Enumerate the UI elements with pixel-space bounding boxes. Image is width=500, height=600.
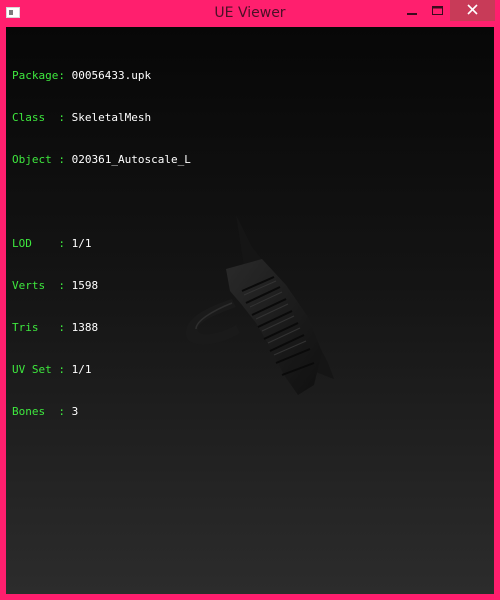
info-row-class: Class : SkeletalMesh — [12, 111, 191, 125]
info-value: SkeletalMesh — [71, 111, 152, 124]
info-value: 020361_Autoscale_L — [71, 153, 191, 166]
3d-viewport[interactable]: Package: 00056433.upk Class : SkeletalMe… — [6, 27, 494, 594]
info-row-tris: Tris : 1388 — [12, 321, 191, 335]
info-value: 1388 — [71, 321, 99, 334]
info-value: 00056433.upk — [71, 69, 152, 82]
maximize-icon — [432, 6, 443, 15]
minimize-button[interactable] — [398, 0, 426, 21]
info-key: Package: — [12, 69, 65, 82]
skeletal-mesh-model[interactable] — [166, 207, 356, 407]
close-icon — [467, 4, 478, 15]
app-window: UE Viewer Package: 00056433.upk Class : … — [0, 0, 500, 600]
info-row-package: Package: 00056433.upk — [12, 69, 191, 83]
maximize-button[interactable] — [424, 0, 452, 21]
info-row-spacer — [12, 195, 191, 209]
info-key: Verts : — [12, 279, 65, 292]
info-row-uv-set: UV Set : 1/1 — [12, 363, 191, 377]
info-row-lod: LOD : 1/1 — [12, 237, 191, 251]
mesh-info-panel: Package: 00056433.upk Class : SkeletalMe… — [12, 41, 191, 447]
title-bar[interactable]: UE Viewer — [0, 0, 500, 27]
info-row-bones: Bones : 3 — [12, 405, 191, 419]
info-key: Class : — [12, 111, 65, 124]
info-value: 3 — [71, 405, 79, 418]
info-value: 1598 — [71, 279, 99, 292]
info-row-verts: Verts : 1598 — [12, 279, 191, 293]
info-key: Object : — [12, 153, 65, 166]
info-key: LOD : — [12, 237, 65, 250]
info-value: 1/1 — [71, 237, 92, 250]
minimize-icon — [407, 13, 417, 15]
info-row-object: Object : 020361_Autoscale_L — [12, 153, 191, 167]
close-button[interactable] — [450, 0, 495, 21]
info-key: Bones : — [12, 405, 65, 418]
info-value: 1/1 — [71, 363, 92, 376]
info-key: Tris : — [12, 321, 65, 334]
info-key: UV Set : — [12, 363, 65, 376]
